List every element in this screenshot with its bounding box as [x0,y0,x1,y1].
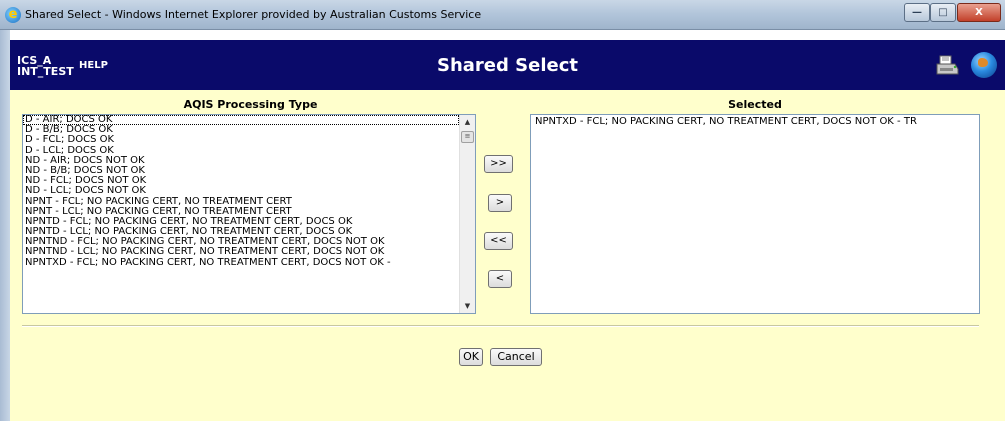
list-option[interactable]: ND - B/B; DOCS NOT OK [23,166,459,176]
list-option[interactable]: NPNT - FCL; NO PACKING CERT, NO TREATMEN… [23,197,459,207]
shared-select-panel: AQIS Processing Type Selected D - AIR; D… [10,90,1005,421]
divider [22,325,979,327]
list-option[interactable]: NPNTND - LCL; NO PACKING CERT, NO TREATM… [23,247,459,257]
maximize-button[interactable]: □ [930,3,956,22]
list-option[interactable]: D - FCL; DOCS OK [23,135,459,145]
list-option[interactable]: ND - AIR; DOCS NOT OK [23,156,459,166]
cancel-button[interactable]: Cancel [490,348,542,366]
list-option[interactable]: D - B/B; DOCS OK [23,125,459,135]
list-option[interactable]: NPNTXD - FCL; NO PACKING CERT, NO TREATM… [23,258,459,268]
available-listbox[interactable]: D - AIR; DOCS OK D - B/B; DOCS OK D - FCL;… [22,114,476,314]
globe-icon[interactable] [971,52,997,78]
list-option[interactable]: NPNT - LCL; NO PACKING CERT, NO TREATMEN… [23,207,459,217]
list-option[interactable]: ND - FCL; DOCS NOT OK [23,176,459,186]
selected-listbox[interactable]: NPNTXD - FCL; NO PACKING CERT, NO TREATM… [530,114,980,314]
window-border [0,30,10,421]
window-titlebar: e Shared Select - Windows Internet Explo… [0,0,1005,30]
list-option[interactable]: NPNTD - LCL; NO PACKING CERT, NO TREATME… [23,227,459,237]
available-options: D - AIR; DOCS OK D - B/B; DOCS OK D - FCL;… [23,115,459,268]
available-list-title: AQIS Processing Type [183,98,318,111]
list-option[interactable]: NPNTD - FCL; NO PACKING CERT, NO TREATME… [23,217,459,227]
remove-selected-button[interactable]: < [488,270,512,288]
app-header: ICS_A INT_TEST HELP Shared Select [10,40,1005,90]
available-scrollbar[interactable]: ▲ ≡ ▼ [459,115,475,313]
selected-list-title: Selected [728,98,782,111]
list-option[interactable]: D - LCL; DOCS OK [23,146,459,156]
page-title: Shared Select [437,55,578,76]
selected-options: NPNTXD - FCL; NO PACKING CERT, NO TREATM… [531,115,979,127]
internet-explorer-icon: e [5,7,21,23]
list-option[interactable]: NPNTND - FCL; NO PACKING CERT, NO TREATM… [23,237,459,247]
add-selected-button[interactable]: > [488,194,512,212]
close-button[interactable]: X [957,3,1001,22]
list-option[interactable]: D - AIR; DOCS OK [23,115,459,126]
remove-all-button[interactable]: << [484,232,513,250]
minimize-button[interactable]: — [904,3,930,22]
scroll-down-arrow-icon[interactable]: ▼ [460,299,475,313]
print-icon[interactable] [935,54,959,76]
ok-button[interactable]: OK [459,348,483,366]
list-option[interactable]: NPNTXD - FCL; NO PACKING CERT, NO TREATM… [531,115,979,127]
window-title: Shared Select - Windows Internet Explore… [25,8,482,21]
list-option[interactable]: ND - LCL; DOCS NOT OK [23,186,459,196]
scroll-up-arrow-icon[interactable]: ▲ [460,115,475,129]
scroll-thumb[interactable]: ≡ [461,131,474,143]
add-all-button[interactable]: >> [484,155,513,173]
